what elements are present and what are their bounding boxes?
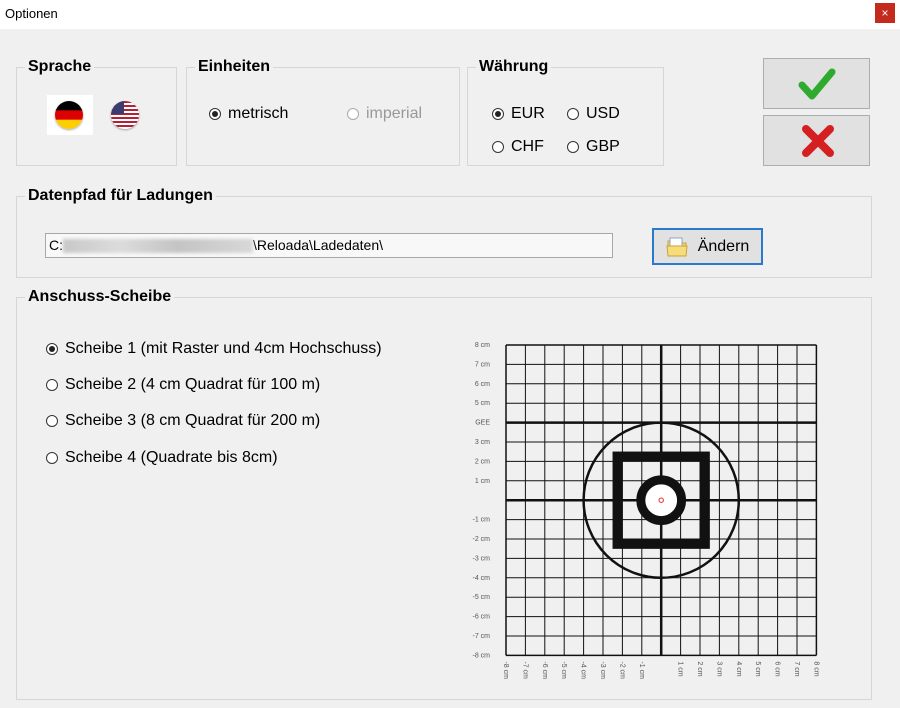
- x-axis-label: 1 cm: [677, 661, 684, 676]
- change-path-button[interactable]: Ändern: [652, 228, 763, 265]
- units-group-title: Einheiten: [195, 58, 274, 76]
- target-option-2-radio[interactable]: Scheibe 2 (4 cm Quadrat für 100 m): [46, 376, 320, 394]
- y-axis-label: -5 cm: [473, 594, 491, 601]
- y-axis-label: -4 cm: [473, 575, 491, 582]
- us-flag-icon[interactable]: [111, 101, 139, 129]
- x-axis-label: -3 cm: [599, 661, 606, 679]
- checkmark-icon: [798, 68, 836, 100]
- target-group-title: Anschuss-Scheibe: [25, 288, 175, 306]
- y-axis-label: -2 cm: [473, 536, 491, 543]
- x-axis-label: -5 cm: [560, 661, 567, 679]
- language-group-title: Sprache: [25, 58, 95, 76]
- currency-group-title: Währung: [476, 58, 552, 76]
- redacted-path-segment: [63, 239, 253, 254]
- folder-icon: [666, 237, 688, 256]
- target-option-3-radio[interactable]: Scheibe 3 (8 cm Quadrat für 200 m): [46, 412, 320, 430]
- y-axis-label: -1 cm: [473, 517, 491, 524]
- x-axis-label: -4 cm: [580, 661, 587, 679]
- y-axis-label: GEE: [475, 420, 490, 427]
- y-axis-label: -7 cm: [473, 633, 491, 640]
- radio-circle: [492, 108, 504, 120]
- x-axis-label: 7 cm: [793, 661, 800, 676]
- german-flag-icon: [55, 101, 83, 129]
- language-group: Sprache: [16, 58, 177, 166]
- path-suffix: \Reloada\Ladedaten\: [253, 237, 383, 253]
- title-bar: Optionen ×: [0, 0, 900, 29]
- datapath-field[interactable]: C: \Reloada\Ladedaten\: [45, 233, 613, 258]
- radio-circle: [567, 108, 579, 120]
- x-axis-label: 8 cm: [812, 661, 819, 676]
- window-title: Optionen: [5, 6, 58, 21]
- radio-label: EUR: [511, 105, 545, 122]
- target-option-4-radio[interactable]: Scheibe 4 (Quadrate bis 8cm): [46, 449, 278, 467]
- datapath-group-title: Datenpfad für Ladungen: [25, 187, 216, 205]
- path-prefix: C:: [49, 237, 63, 253]
- close-button[interactable]: ×: [875, 3, 895, 23]
- y-axis-label: 5 cm: [475, 400, 490, 407]
- y-axis-label: 7 cm: [475, 361, 490, 368]
- currency-gbp-radio[interactable]: GBP: [567, 138, 620, 156]
- currency-chf-radio[interactable]: CHF: [492, 138, 544, 156]
- inner-ring: [636, 475, 687, 526]
- radio-circle: [46, 452, 58, 464]
- x-axis-label: -7 cm: [521, 661, 528, 679]
- x-axis-label: -2 cm: [618, 661, 625, 679]
- units-imperial-radio[interactable]: imperial: [347, 105, 422, 123]
- x-icon: [802, 125, 834, 157]
- x-axis-label: -1 cm: [638, 661, 645, 679]
- y-axis-label: 3 cm: [475, 439, 490, 446]
- x-axis-label: 5 cm: [754, 661, 761, 676]
- x-axis-label: 3 cm: [715, 661, 722, 676]
- radio-label: Scheibe 4 (Quadrate bis 8cm): [65, 449, 278, 466]
- target-preview: 8 cm 7 cm 6 cm 5 cm GEE 3 cm 2 cm 1 cm -1 cm -2 c…: [473, 342, 820, 679]
- radio-circle: [46, 343, 58, 355]
- x-axis-label: 4 cm: [735, 661, 742, 676]
- radio-label: GBP: [586, 138, 620, 155]
- y-axis-label: 6 cm: [475, 381, 490, 388]
- ok-button[interactable]: [763, 58, 870, 109]
- y-axis-label: -8 cm: [473, 652, 491, 659]
- radio-circle: [347, 108, 359, 120]
- currency-eur-radio[interactable]: EUR: [492, 105, 545, 123]
- units-metric-radio[interactable]: metrisch: [209, 105, 288, 123]
- target-option-1-radio[interactable]: Scheibe 1 (mit Raster und 4cm Hochschuss…: [46, 340, 382, 358]
- radio-circle: [567, 141, 579, 153]
- radio-label: Scheibe 1 (mit Raster und 4cm Hochschuss…: [65, 340, 382, 357]
- y-axis-label: 8 cm: [475, 342, 490, 349]
- radio-label: USD: [586, 105, 620, 122]
- radio-circle: [209, 108, 221, 120]
- y-axis-label: 2 cm: [475, 458, 490, 465]
- currency-usd-radio[interactable]: USD: [567, 105, 620, 123]
- x-axis-label: 6 cm: [774, 661, 781, 676]
- y-axis-label: -6 cm: [473, 614, 491, 621]
- y-axis-label: 1 cm: [475, 478, 490, 485]
- y-axis-label: -3 cm: [473, 555, 491, 562]
- radio-label: imperial: [366, 105, 423, 122]
- cancel-button[interactable]: [763, 115, 870, 166]
- radio-label: Scheibe 3 (8 cm Quadrat für 200 m): [65, 412, 321, 429]
- radio-label: CHF: [511, 138, 544, 155]
- x-axis-label: 2 cm: [696, 661, 703, 676]
- x-axis-label: -8 cm: [502, 661, 509, 679]
- radio-label: Scheibe 2 (4 cm Quadrat für 100 m): [65, 376, 321, 393]
- radio-circle: [46, 379, 58, 391]
- radio-circle: [46, 415, 58, 427]
- german-flag-button[interactable]: [47, 95, 93, 135]
- change-button-label: Ändern: [697, 237, 750, 255]
- radio-circle: [492, 141, 504, 153]
- x-axis-label: -6 cm: [541, 661, 548, 679]
- radio-label: metrisch: [228, 105, 289, 122]
